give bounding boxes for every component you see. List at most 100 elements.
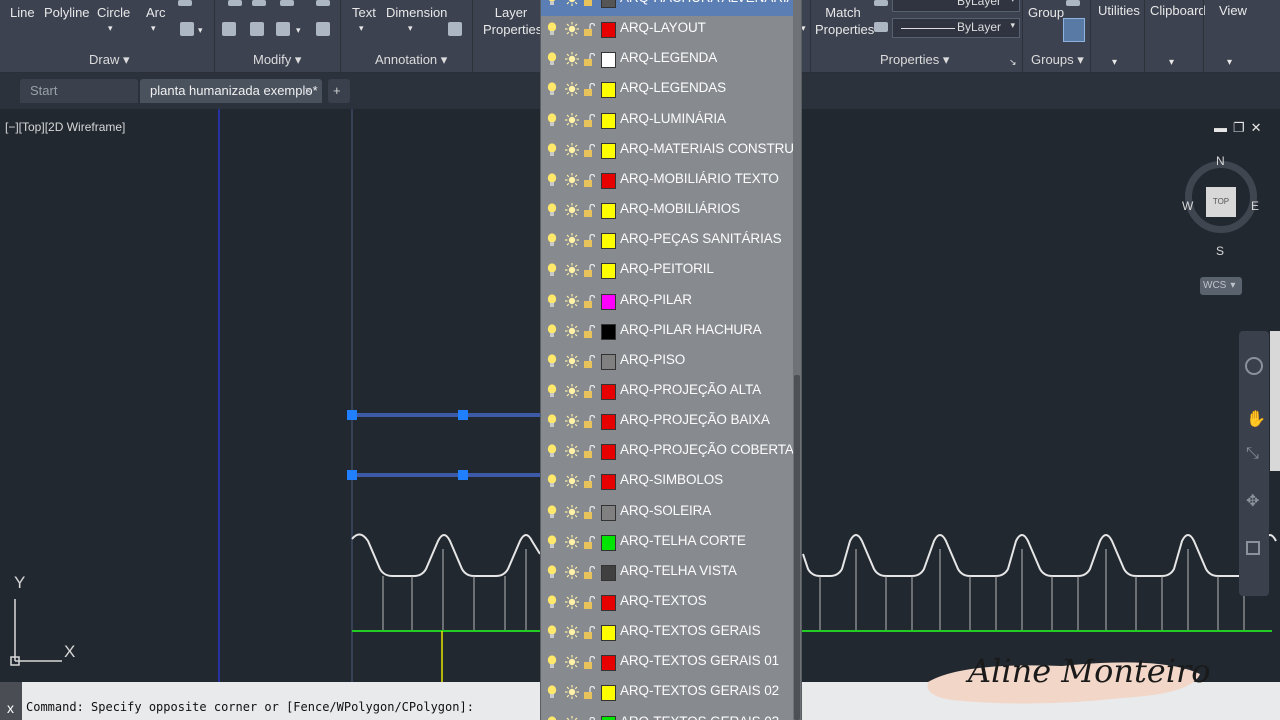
roof-tile-profile[interactable] (351, 533, 541, 577)
dimension-dropdown-icon[interactable]: ▾ (408, 20, 413, 37)
rotate-icon[interactable] (252, 0, 266, 6)
layer-on-bulb-icon[interactable] (547, 52, 557, 66)
groups-panel-label[interactable]: Groups ▾ (1031, 52, 1084, 68)
layer-color-swatch[interactable] (601, 82, 616, 99)
arc-button[interactable]: Arc (146, 4, 166, 21)
layer-unlock-icon[interactable] (583, 204, 595, 218)
compass-east[interactable]: E (1251, 199, 1259, 213)
layer-row[interactable]: ARQ-LEGENDAS (541, 76, 793, 106)
layer-color-swatch[interactable] (601, 685, 616, 702)
text-button[interactable]: Text (352, 4, 376, 21)
layer-row[interactable]: ARQ-PISO (541, 348, 793, 378)
layer-thaw-sun-icon[interactable] (565, 444, 579, 459)
layer-row[interactable]: ARQ-HACHURA ALVENARIA (541, 0, 796, 16)
utilities-button[interactable]: Utilities (1098, 2, 1140, 19)
tab-active-drawing[interactable]: planta humanizada exemplo* × (140, 79, 322, 103)
layer-on-bulb-icon[interactable] (547, 535, 557, 549)
layer-on-bulb-icon[interactable] (547, 203, 557, 217)
layer-row[interactable]: ARQ-TELHA CORTE (541, 529, 793, 559)
arc-dropdown-icon[interactable]: ▾ (151, 20, 156, 37)
layer-row[interactable]: ARQ-PILAR HACHURA (541, 318, 793, 348)
layer-row[interactable]: ARQ-TEXTOS GERAIS (541, 619, 793, 649)
layer-unlock-icon[interactable] (583, 234, 595, 248)
view-dropdown-icon[interactable]: ▾ (1227, 54, 1232, 71)
layer-row[interactable]: ARQ-MATERIAIS CONSTRUTIVOS (541, 137, 801, 167)
roof-tile-profile[interactable] (802, 534, 1277, 577)
layer-thaw-sun-icon[interactable] (565, 685, 579, 700)
layer-on-bulb-icon[interactable] (547, 444, 557, 458)
layer-on-bulb-icon[interactable] (547, 565, 557, 579)
layer-thaw-sun-icon[interactable] (565, 715, 579, 720)
layer-unlock-icon[interactable] (583, 626, 595, 640)
layer-row[interactable]: ARQ-TEXTOS GERAIS 02 (541, 679, 793, 709)
compass-south[interactable]: S (1216, 244, 1224, 258)
layer-row[interactable]: ARQ-PEÇAS SANITÁRIAS (541, 227, 793, 257)
layer-unlock-icon[interactable] (583, 505, 595, 519)
layer-unlock-icon[interactable] (583, 53, 595, 67)
close-command-line-icon[interactable]: x (7, 700, 14, 716)
array-dropdown-icon[interactable]: ▾ (296, 22, 301, 39)
layer-unlock-icon[interactable] (583, 384, 595, 398)
viewport-scrollbar[interactable] (1270, 331, 1280, 471)
restore-icon[interactable]: ❐ (1233, 120, 1251, 135)
layer-thaw-sun-icon[interactable] (565, 263, 579, 278)
layer-unlock-icon[interactable] (583, 686, 595, 700)
layer-unlock-icon[interactable] (583, 656, 595, 670)
properties-launcher-icon[interactable]: ↘ (1009, 54, 1017, 71)
compass-west[interactable]: W (1182, 199, 1193, 213)
layer-on-bulb-icon[interactable] (547, 414, 557, 428)
layer-unlock-icon[interactable] (583, 173, 595, 187)
grip-handle[interactable] (458, 410, 468, 420)
layer-color-swatch[interactable] (601, 142, 616, 159)
layer-thaw-sun-icon[interactable] (565, 82, 579, 97)
layer-color-swatch[interactable] (601, 383, 616, 400)
minimize-icon[interactable]: ▬ (1214, 120, 1233, 135)
trim-icon[interactable] (280, 0, 294, 6)
erase-icon[interactable] (316, 0, 330, 6)
draw-tool-icon[interactable] (178, 0, 192, 6)
layer-on-bulb-icon[interactable] (547, 595, 557, 609)
layer-unlock-icon[interactable] (583, 596, 595, 609)
layer-on-bulb-icon[interactable] (547, 263, 557, 277)
circle-dropdown-icon[interactable]: ▾ (108, 20, 113, 37)
layer-color-swatch[interactable] (601, 353, 616, 370)
layer-thaw-sun-icon[interactable] (565, 534, 579, 549)
layer-on-bulb-icon[interactable] (547, 685, 557, 699)
close-icon[interactable]: ✕ (1251, 120, 1268, 135)
layer-thaw-sun-icon[interactable] (565, 233, 579, 248)
layer-row[interactable]: ARQ-LAYOUT (541, 16, 793, 46)
layer-row[interactable]: ARQ-TELHA VISTA (541, 559, 793, 589)
layer-thaw-sun-icon[interactable] (565, 323, 579, 338)
layer-row[interactable]: ARQ-PILAR (541, 288, 793, 318)
layer-on-bulb-icon[interactable] (547, 354, 557, 368)
layer-on-bulb-icon[interactable] (547, 324, 557, 338)
viewport-window-controls[interactable]: ▬❐✕ (1214, 120, 1268, 136)
layer-thaw-sun-icon[interactable] (565, 353, 579, 368)
zoom-extents-icon[interactable]: ⤡ (1246, 445, 1259, 463)
draw-panel-label[interactable]: Draw ▾ (89, 52, 129, 68)
layer-thaw-sun-icon[interactable] (565, 504, 579, 519)
layer-unlock-icon[interactable] (583, 264, 595, 278)
layer-on-bulb-icon[interactable] (547, 384, 557, 398)
move-icon[interactable] (228, 0, 242, 6)
scrollbar-thumb[interactable] (794, 375, 800, 720)
layer-unlock-icon[interactable] (583, 143, 595, 157)
command-line-handle[interactable]: x (0, 682, 22, 720)
layer-thaw-sun-icon[interactable] (565, 293, 579, 308)
layer-color-swatch[interactable] (601, 564, 616, 581)
dimension-button[interactable]: Dimension (386, 4, 447, 21)
line-button[interactable]: Line (10, 4, 35, 21)
layer-color-swatch[interactable] (601, 52, 616, 69)
polyline-button[interactable]: Polyline (44, 4, 90, 21)
layer-thaw-sun-icon[interactable] (565, 52, 579, 67)
utilities-dropdown-icon[interactable]: ▾ (1112, 54, 1117, 71)
close-tab-icon[interactable]: × (304, 79, 312, 103)
color-select[interactable]: ByLayer ▾ (892, 0, 1020, 12)
layer-thaw-sun-icon[interactable] (565, 0, 579, 6)
layer-color-swatch[interactable] (601, 625, 616, 642)
grip-handle[interactable] (458, 470, 468, 480)
layer-thaw-sun-icon[interactable] (565, 595, 579, 609)
layer-on-bulb-icon[interactable] (547, 655, 557, 669)
layer-thaw-sun-icon[interactable] (565, 564, 579, 579)
layer-row[interactable]: ARQ-MOBILIÁRIOS (541, 197, 793, 227)
